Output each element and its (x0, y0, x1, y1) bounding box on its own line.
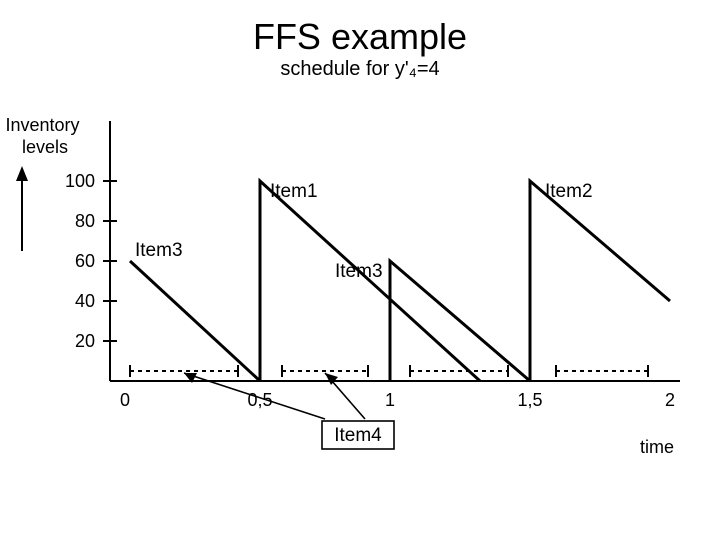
y-tick-60: 60 (75, 251, 95, 271)
x-tick-0: 0 (120, 390, 130, 410)
label-item1: Item1 (270, 181, 318, 202)
page-subtitle: schedule for y'₄=4 (0, 58, 720, 81)
series-lines (130, 181, 670, 381)
y-tick-80: 80 (75, 211, 95, 231)
label-item3a: Item3 (135, 240, 183, 261)
y-axis-arrow-head (16, 166, 28, 181)
item4-callout: Item4 (184, 373, 394, 449)
inventory-chart: 20 40 60 80 100 0 0,5 1 1,5 2 Inventory … (0, 81, 720, 521)
y-tick-100: 100 (65, 171, 95, 191)
page-title: FFS example (0, 0, 720, 56)
x-tick-1-5: 1,5 (517, 390, 542, 410)
series-item2 (530, 181, 670, 381)
y-axis-label: Inventory levels (5, 115, 84, 157)
y-tick-40: 40 (75, 291, 95, 311)
label-item4: Item4 (334, 425, 382, 446)
label-item3b: Item3 (335, 261, 383, 282)
series-item3-first (130, 261, 260, 381)
y-tick-20: 20 (75, 331, 95, 351)
label-item2: Item2 (545, 181, 593, 202)
x-tick-1: 1 (385, 390, 395, 410)
x-axis-label: time (640, 437, 674, 457)
x-tick-2: 2 (665, 390, 675, 410)
